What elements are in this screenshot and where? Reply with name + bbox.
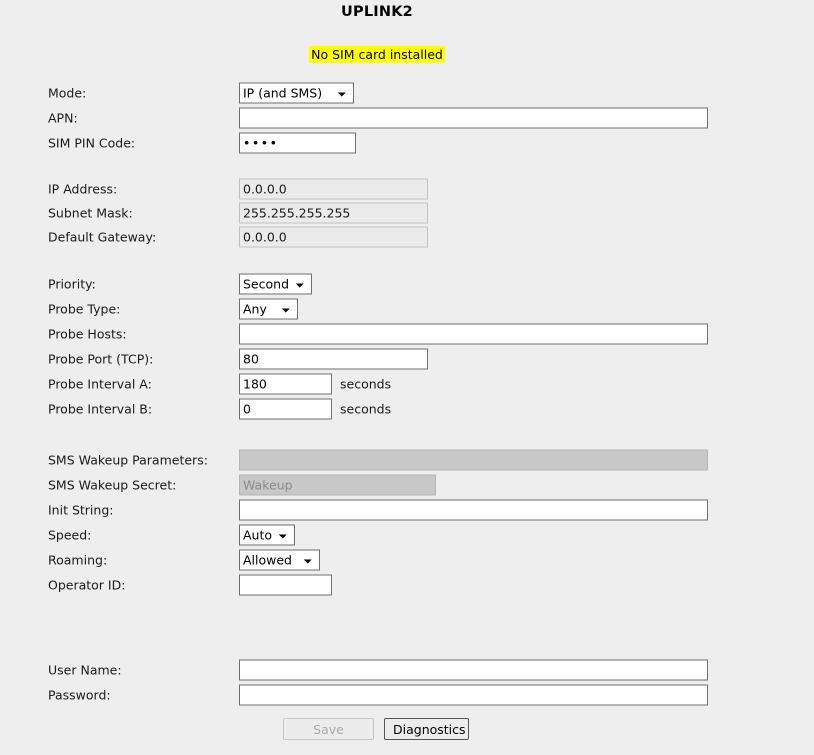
sim-pin-input[interactable] [239, 132, 356, 153]
field-row-probe-port: Probe Port (TCP): [0, 346, 814, 371]
field-row-ip-address: IP Address: [0, 177, 814, 201]
ip-address-value [239, 178, 428, 200]
user-name-label: User Name: [48, 662, 122, 677]
status-message: No SIM card installed [309, 46, 445, 63]
default-gateway-label: Default Gateway: [48, 229, 157, 245]
field-row-user-name: User Name: [0, 657, 814, 682]
init-string-input[interactable] [239, 499, 708, 520]
field-row-sim-pin: SIM PIN Code: [0, 130, 814, 155]
sms-wakeup-parameters-input [239, 449, 708, 470]
section-gap-large [0, 597, 814, 657]
probe-type-label: Probe Type: [48, 301, 121, 316]
probe-type-select[interactable]: Any [239, 298, 298, 319]
field-row-sms-wakeup-parameters: SMS Wakeup Parameters: [0, 447, 814, 472]
field-row-sms-wakeup-secret: SMS Wakeup Secret: [0, 472, 814, 497]
field-row-speed: Speed: Auto [0, 522, 814, 547]
field-row-priority: Priority: Second [0, 271, 814, 296]
save-button[interactable]: Save [283, 718, 374, 740]
priority-select[interactable]: Second [239, 273, 312, 294]
probe-port-input[interactable] [239, 348, 428, 369]
probe-hosts-input[interactable] [239, 323, 708, 344]
field-row-password: Password: [0, 682, 814, 707]
apn-label: APN: [48, 110, 78, 125]
field-row-probe-type: Probe Type: Any [0, 296, 814, 321]
uplink2-settings-page: UPLINK2 No SIM card installed Mode: IP (… [0, 0, 814, 755]
sms-wakeup-parameters-label: SMS Wakeup Parameters: [48, 452, 208, 467]
field-row-subnet-mask: Subnet Mask: [0, 201, 814, 225]
probe-interval-b-label: Probe Interval B: [48, 401, 153, 416]
ip-address-label: IP Address: [48, 181, 118, 197]
operator-id-label: Operator ID: [48, 577, 126, 592]
subnet-mask-value [239, 202, 428, 224]
diagnostics-button[interactable]: Diagnostics [384, 718, 469, 740]
speed-select[interactable]: Auto [239, 524, 295, 545]
default-gateway-value [239, 226, 428, 248]
mode-select[interactable]: IP (and SMS) [239, 82, 354, 103]
probe-port-label: Probe Port (TCP): [48, 351, 154, 366]
priority-label: Priority: [48, 276, 96, 291]
field-row-apn: APN: [0, 105, 814, 130]
field-row-init-string: Init String: [0, 497, 814, 522]
roaming-label: Roaming: [48, 552, 108, 567]
speed-label: Speed: [48, 527, 92, 542]
uplink2-form: Mode: IP (and SMS) APN: SIM PIN Code: IP… [0, 80, 814, 748]
field-row-mode: Mode: IP (and SMS) [0, 80, 814, 105]
mode-label: Mode: [48, 85, 87, 100]
page-title: UPLINK2 [341, 4, 413, 20]
probe-interval-a-label: Probe Interval A: [48, 376, 152, 391]
field-row-operator-id: Operator ID: [0, 572, 814, 597]
roaming-select[interactable]: Allowed [239, 549, 320, 570]
init-string-label: Init String: [48, 502, 114, 517]
field-row-roaming: Roaming: Allowed [0, 547, 814, 572]
operator-id-input[interactable] [239, 574, 332, 595]
subnet-mask-label: Subnet Mask: [48, 205, 133, 221]
form-actions: Save Diagnostics [0, 718, 814, 748]
sms-wakeup-secret-label: SMS Wakeup Secret: [48, 477, 177, 492]
probe-hosts-label: Probe Hosts: [48, 326, 127, 341]
probe-interval-b-unit: seconds [340, 401, 392, 416]
field-row-probe-hosts: Probe Hosts: [0, 321, 814, 346]
field-row-default-gateway: Default Gateway: [0, 225, 814, 249]
password-label: Password: [48, 687, 111, 702]
apn-input[interactable] [239, 107, 708, 128]
user-name-input[interactable] [239, 659, 708, 680]
field-row-probe-interval-a: Probe Interval A: seconds [0, 371, 814, 396]
field-row-probe-interval-b: Probe Interval B: seconds [0, 396, 814, 421]
password-input[interactable] [239, 684, 708, 705]
status-banner: No SIM card installed [0, 46, 754, 63]
sms-wakeup-secret-input [239, 474, 436, 495]
probe-interval-b-input[interactable] [239, 398, 332, 419]
probe-interval-a-unit: seconds [340, 376, 392, 391]
probe-interval-a-input[interactable] [239, 373, 332, 394]
sim-pin-label: SIM PIN Code: [48, 135, 136, 150]
